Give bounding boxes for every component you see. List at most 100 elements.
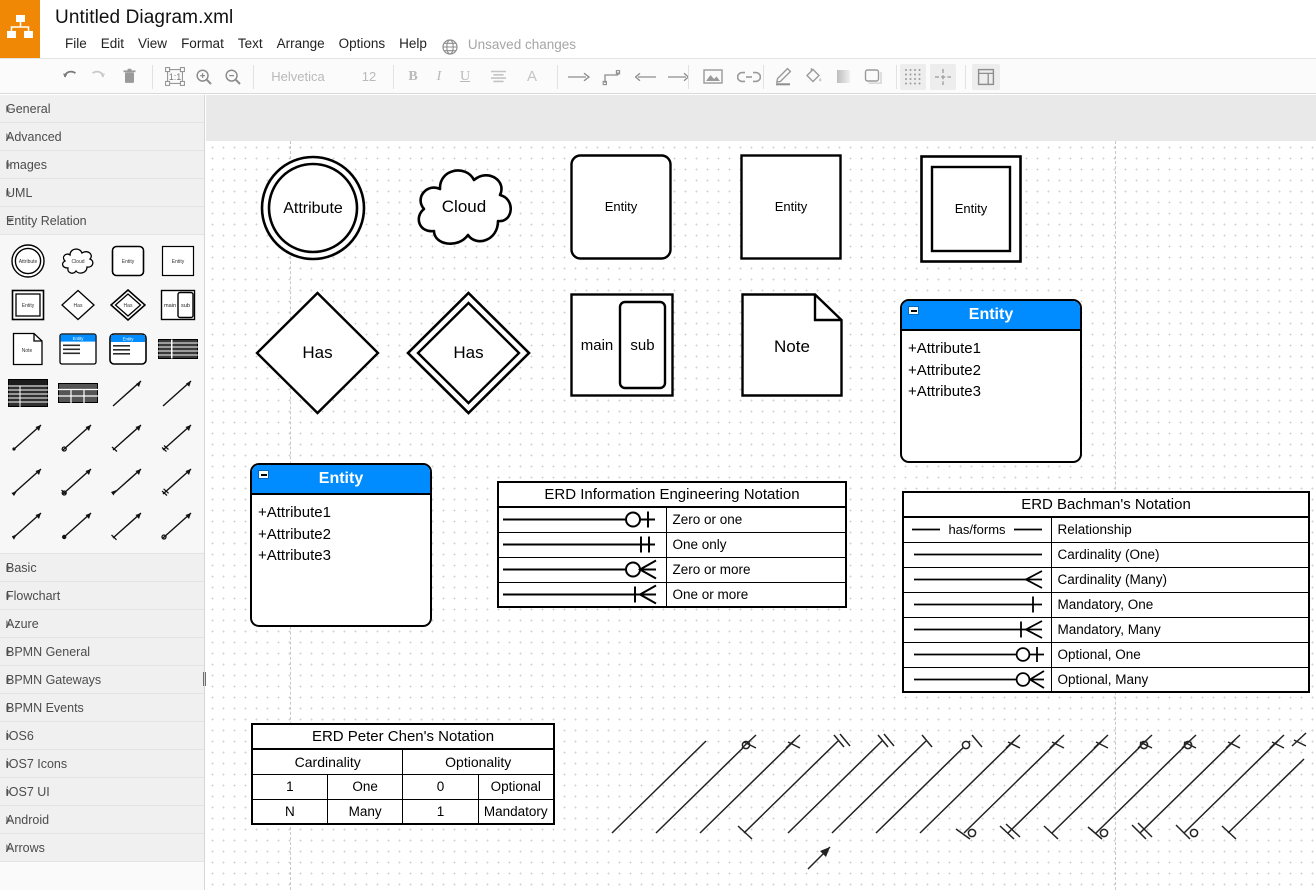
font-size-select[interactable]: 12 (347, 62, 391, 91)
palette-shape-edge-1[interactable] (106, 371, 150, 415)
font-family-select[interactable]: Helvetica (255, 62, 341, 91)
shape-relationship-diamond[interactable]: Has (255, 291, 380, 415)
align-icon[interactable] (484, 62, 513, 91)
orthogonal-connector-icon[interactable] (596, 62, 630, 91)
sidebar-category-general[interactable]: General (0, 95, 204, 123)
sidebar-item-azure[interactable]: Azure (0, 610, 204, 638)
sidebar-category-advanced[interactable]: Advanced (0, 123, 204, 151)
bachman-notation-table[interactable]: ERD Bachman's Notation has/forms Relatio… (902, 491, 1310, 693)
shape-entity-double-rect[interactable]: Entity (920, 155, 1022, 263)
format-panel-icon[interactable] (972, 64, 1000, 90)
shape-cloud[interactable]: Cloud (408, 159, 520, 255)
guides-icon[interactable] (930, 64, 956, 90)
palette-shape-edge-2[interactable] (156, 371, 200, 415)
sidebar-item-ios6[interactable]: iOS6 (0, 722, 204, 750)
bold-button[interactable]: B (400, 62, 426, 91)
globe-icon[interactable] (442, 39, 458, 55)
palette-shape-table-striped[interactable] (156, 327, 200, 371)
redo-icon[interactable] (84, 62, 113, 91)
shadow-icon[interactable] (828, 62, 858, 91)
palette-shape-relationship-double-diamond[interactable]: Has (106, 283, 150, 327)
sidebar-item-bpmn-events[interactable]: BPMN Events (0, 694, 204, 722)
shape-note[interactable]: Note (741, 293, 843, 397)
sidebar-item-bpmn-general[interactable]: BPMN General (0, 638, 204, 666)
palette-shape-edge-4[interactable] (56, 415, 100, 459)
menu-edit[interactable]: Edit (94, 34, 131, 54)
sidebar-category-uml[interactable]: UML (0, 179, 204, 207)
shapes-sidebar[interactable]: General Advanced Images UML Entity Relat… (0, 95, 205, 890)
palette-shape-note[interactable]: Note (6, 327, 50, 371)
palette-shape-edge-11[interactable] (6, 503, 50, 547)
palette-shape-entity-double-rect[interactable]: Entity (6, 283, 50, 327)
chen-notation-table[interactable]: ERD Peter Chen's Notation Cardinality Op… (251, 723, 555, 825)
entity-table-left[interactable]: Entity +Attribute1 +Attribute2 +Attribut… (250, 463, 432, 627)
grid-icon[interactable] (900, 64, 926, 90)
palette-shape-table-grid[interactable] (56, 371, 100, 415)
shape-relationship-double-diamond[interactable]: Has (406, 291, 531, 415)
waypoint-left-icon[interactable] (630, 62, 662, 91)
font-color-button[interactable]: A (519, 62, 545, 91)
palette-shape-entity-rect[interactable]: Entity (156, 239, 200, 283)
palette-shape-main-sub-block[interactable]: mainsub (156, 283, 200, 327)
palette-shape-relationship-diamond[interactable]: Has (56, 283, 100, 327)
menu-arrange[interactable]: Arrange (270, 34, 332, 54)
pen-icon[interactable] (768, 62, 798, 91)
actual-size-button[interactable]: 1:1 (160, 62, 189, 91)
edge-connector-gallery[interactable] (604, 721, 1304, 841)
underline-button[interactable]: U (452, 62, 478, 91)
palette-shape-entity-rounded[interactable]: Entity (106, 239, 150, 283)
arrow-right-icon[interactable] (562, 62, 596, 91)
shape-entity-rect[interactable]: Entity (740, 154, 842, 260)
menu-options[interactable]: Options (332, 34, 393, 54)
sidebar-item-basic[interactable]: Basic (0, 554, 204, 582)
palette-shape-edge-7[interactable] (6, 459, 50, 503)
menu-file[interactable]: File (58, 34, 94, 54)
palette-shape-edge-14[interactable] (156, 503, 200, 547)
italic-button[interactable]: I (426, 62, 452, 91)
shape-main-sub[interactable]: main sub (570, 293, 674, 397)
menu-help[interactable]: Help (392, 34, 434, 54)
palette-shape-edge-13[interactable] (106, 503, 150, 547)
sidebar-item-arrows[interactable]: Arrows (0, 834, 204, 862)
shape-attribute[interactable]: Attribute (260, 153, 366, 263)
palette-shape-edge-5[interactable] (106, 415, 150, 459)
palette-shape-cloud[interactable]: Cloud (56, 239, 100, 283)
palette-shape-edge-10[interactable] (156, 459, 200, 503)
zoom-in-icon[interactable] (189, 62, 218, 91)
undo-icon[interactable] (55, 62, 84, 91)
palette-shape-table-dark[interactable] (6, 371, 50, 415)
collapse-minus-icon[interactable] (908, 306, 919, 315)
shape-entity-rounded[interactable]: Entity (570, 154, 672, 260)
diagram-canvas[interactable]: Attribute Cloud Entity Entity Entity (206, 141, 1316, 890)
palette-shape-entity-table-rounded[interactable]: Entity (56, 327, 100, 371)
link-icon[interactable] (731, 62, 767, 91)
waypoint-right-icon[interactable] (662, 62, 694, 91)
palette-shape-attribute-double-circle[interactable]: Attribute (6, 239, 50, 283)
menu-view[interactable]: View (131, 34, 174, 54)
sidebar-category-entity-relation[interactable]: Entity Relation (0, 207, 204, 235)
sidebar-item-ios7-ui[interactable]: iOS7 UI (0, 778, 204, 806)
sidebar-item-android[interactable]: Android (0, 806, 204, 834)
bachman-label: Cardinality (Many) (1051, 567, 1309, 592)
palette-shape-edge-3[interactable] (6, 415, 50, 459)
sidebar-item-bpmn-gateways[interactable]: BPMN Gateways (0, 666, 204, 694)
palette-shape-edge-12[interactable] (56, 503, 100, 547)
palette-shape-entity-table-rounded-2[interactable]: Entity (106, 327, 150, 371)
zoom-out-icon[interactable] (218, 62, 247, 91)
entity-table-right[interactable]: Entity +Attribute1 +Attribute2 +Attribut… (900, 299, 1082, 463)
sidebar-item-ios7-icons[interactable]: iOS7 Icons (0, 750, 204, 778)
menu-text[interactable]: Text (231, 34, 270, 54)
palette-shape-edge-8[interactable] (56, 459, 100, 503)
palette-shape-edge-9[interactable] (106, 459, 150, 503)
collapse-minus-icon[interactable] (258, 470, 269, 479)
rounded-rect-icon[interactable] (858, 62, 888, 91)
fill-bucket-icon[interactable] (798, 62, 828, 91)
image-icon[interactable] (695, 62, 731, 91)
sidebar-category-label: BPMN Events (6, 701, 84, 715)
sidebar-item-flowchart[interactable]: Flowchart (0, 582, 204, 610)
trash-icon[interactable] (115, 62, 144, 91)
sidebar-category-images[interactable]: Images (0, 151, 204, 179)
palette-shape-edge-6[interactable] (156, 415, 200, 459)
menu-format[interactable]: Format (174, 34, 231, 54)
ie-notation-table[interactable]: ERD Information Engineering Notation Zer… (497, 481, 847, 608)
